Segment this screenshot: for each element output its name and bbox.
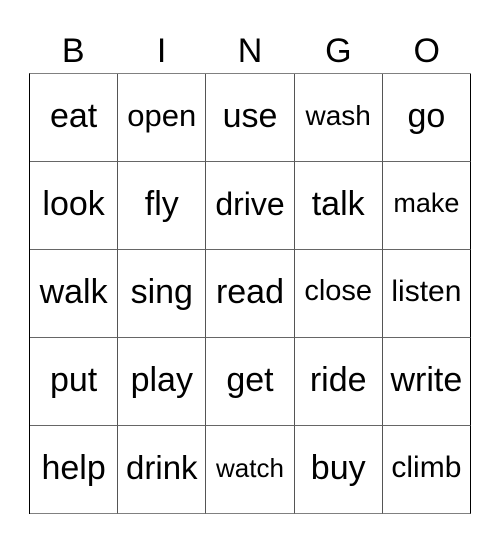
bingo-cell[interactable]: watch xyxy=(206,426,295,514)
bingo-cell[interactable]: get xyxy=(206,338,295,426)
bingo-cell[interactable]: listen xyxy=(382,250,471,338)
bingo-cell[interactable]: fly xyxy=(118,162,207,250)
bingo-cell[interactable]: eat xyxy=(30,74,119,162)
bingo-cell[interactable]: walk xyxy=(30,250,119,338)
bingo-cell[interactable]: make xyxy=(382,162,471,250)
bingo-cell[interactable]: use xyxy=(206,74,295,162)
bingo-cell[interactable]: drive xyxy=(206,162,295,250)
bingo-card: B I N G O eat open use wash go look fly … xyxy=(29,0,471,514)
bingo-cell[interactable]: buy xyxy=(294,426,383,514)
bingo-cell[interactable]: sing xyxy=(118,250,207,338)
bingo-header: B I N G O xyxy=(29,0,471,73)
bingo-cell[interactable]: read xyxy=(206,250,295,338)
bingo-cell[interactable]: help xyxy=(30,426,119,514)
bingo-grid: eat open use wash go look fly drive talk… xyxy=(29,73,471,514)
header-letter-o: O xyxy=(413,32,440,70)
bingo-cell[interactable]: drink xyxy=(118,426,207,514)
bingo-cell[interactable]: close xyxy=(294,250,383,338)
bingo-cell[interactable]: go xyxy=(382,74,471,162)
header-letter-g: G xyxy=(325,32,352,70)
bingo-cell[interactable]: wash xyxy=(294,74,383,162)
bingo-cell[interactable]: talk xyxy=(294,162,383,250)
bingo-cell[interactable]: look xyxy=(30,162,119,250)
bingo-cell[interactable]: write xyxy=(382,338,471,426)
header-letter-b: B xyxy=(61,32,85,70)
bingo-cell[interactable]: ride xyxy=(294,338,383,426)
bingo-cell[interactable]: open xyxy=(118,74,207,162)
bingo-cell[interactable]: put xyxy=(30,338,119,426)
header-letter-i: I xyxy=(156,32,167,70)
header-letter-n: N xyxy=(237,32,263,70)
bingo-cell[interactable]: climb xyxy=(382,426,471,514)
bingo-cell[interactable]: play xyxy=(118,338,207,426)
